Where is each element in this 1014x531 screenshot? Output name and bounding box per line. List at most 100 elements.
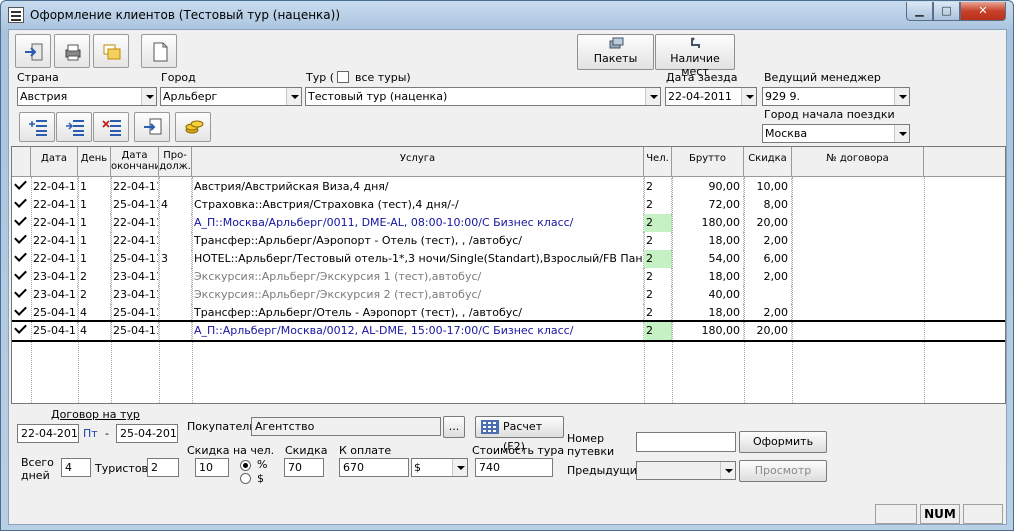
table-row[interactable]: 23-04-11 2 23-04-11 Экскурсия::Арльберг/Экс…: [12, 285, 1005, 304]
cell-date: 22-04-11: [31, 232, 78, 250]
tour-cost-field[interactable]: 740: [475, 458, 553, 477]
dollar-radio[interactable]: [240, 473, 251, 484]
checkmark-icon[interactable]: [14, 303, 27, 316]
buyer-field[interactable]: Агентство: [251, 417, 441, 436]
print-button[interactable]: [54, 34, 90, 68]
cell-end: 23-04-11: [111, 268, 159, 286]
maximize-button[interactable]: □: [933, 2, 960, 21]
delete-list-icon: [102, 120, 121, 136]
services-grid[interactable]: Дата День Дата окончания Про-долж. Услуг…: [11, 146, 1006, 404]
table-row[interactable]: 22-04-11 1 25-04-11 4 Страховка::Австрия/Стр…: [12, 195, 1005, 214]
checkmark-icon[interactable]: [14, 195, 27, 208]
tour-select[interactable]: Тестовый тур (наценка): [305, 87, 661, 106]
num-indicator: NUM: [920, 504, 960, 524]
table-row[interactable]: 22-04-11 1 22-04-11 Трансфер::Арльберг/Аэро…: [12, 231, 1005, 250]
date-from-field[interactable]: 22-04-2011: [17, 424, 79, 443]
days-label-2: дней: [21, 469, 50, 482]
chevron-down-icon[interactable]: [894, 125, 909, 142]
tourists-field[interactable]: 2: [147, 458, 179, 477]
chevron-down-icon[interactable]: [741, 88, 756, 105]
availability-button[interactable]: Наличие мест: [655, 34, 735, 78]
arrival-date-select[interactable]: 22-04-2011: [665, 87, 757, 106]
city-value: Арльберг: [163, 90, 218, 103]
checkmark-icon[interactable]: [14, 321, 27, 334]
table-row[interactable]: 25-04-11 4 25-04-11 А_П::Арльберг/Москва/00…: [12, 320, 1005, 342]
cell-service: Страховка::Австрия/Страховка (тест),4 дн…: [192, 196, 644, 214]
checkmark-icon[interactable]: [14, 177, 27, 190]
chevron-down-icon[interactable]: [452, 459, 467, 476]
import-button[interactable]: [134, 112, 170, 142]
checkmark-icon[interactable]: [14, 249, 27, 262]
table-row[interactable]: 22-04-11 1 22-04-11 А_П::Москва/Арльберг/00…: [12, 213, 1005, 232]
checkmark-icon[interactable]: [14, 267, 27, 280]
close-button[interactable]: ✕: [960, 2, 1006, 21]
chevron-down-icon[interactable]: [141, 88, 156, 105]
table-row[interactable]: 23-04-11 2 23-04-11 Экскурсия::Арльберг/Экс…: [12, 267, 1005, 286]
percent-radio[interactable]: [240, 460, 251, 471]
voucher-field[interactable]: [636, 432, 736, 452]
packets-button[interactable]: Пакеты: [577, 34, 654, 70]
table-row[interactable]: 22-04-11 1 25-04-11 3 HOTEL::Арльберг/Тестов…: [12, 249, 1005, 268]
buyer-label: Покупатель: [187, 420, 256, 433]
buyer-browse-button[interactable]: ...: [443, 416, 465, 438]
start-city-value: Москва: [765, 127, 808, 140]
insert-service-button[interactable]: [56, 112, 92, 142]
issue-button[interactable]: Оформить: [739, 431, 827, 453]
cell-service: А_П::Арльберг/Москва/0012, AL-DME, 15:00…: [192, 322, 644, 340]
cell-gross: 72,00: [672, 196, 744, 214]
discount-per-field[interactable]: 10: [195, 458, 229, 477]
discount-field[interactable]: 70: [284, 458, 324, 477]
prev-select[interactable]: [636, 461, 736, 480]
country-select[interactable]: Австрия: [17, 87, 157, 106]
header-contract[interactable]: № договора: [792, 147, 924, 177]
chevron-down-icon[interactable]: [645, 88, 660, 105]
cell-people: 2: [644, 196, 672, 214]
enter-button[interactable]: [15, 34, 51, 68]
cell-people: 2: [644, 268, 672, 286]
table-row[interactable]: 22-04-11 1 22-04-11 Австрия/Австрийская Виз…: [12, 177, 1005, 196]
cell-service: Экскурсия::Арльберг/Экскурсия 2 (тест),а…: [192, 286, 644, 304]
date-to-field[interactable]: 25-04-2011: [116, 424, 178, 443]
view-button[interactable]: Просмотр: [739, 460, 827, 482]
topay-field[interactable]: 670: [339, 458, 409, 477]
days-field[interactable]: 4: [61, 458, 91, 477]
chevron-down-icon[interactable]: [286, 88, 301, 105]
windows-button[interactable]: [93, 34, 129, 68]
currency-select[interactable]: $: [411, 458, 468, 477]
header-end-date[interactable]: Дата окончания: [111, 147, 159, 177]
cell-discount: 2,00: [744, 268, 792, 286]
checkmark-icon[interactable]: [14, 231, 27, 244]
minimize-button[interactable]: ▁: [906, 2, 933, 21]
chevron-down-icon[interactable]: [720, 462, 735, 479]
header-service[interactable]: Услуга: [192, 147, 644, 177]
header-people[interactable]: Чел.: [644, 147, 672, 177]
cell-discount: 20,00: [744, 322, 792, 340]
header-discount[interactable]: Скидка: [744, 147, 792, 177]
header-date[interactable]: Дата: [31, 147, 78, 177]
cell-end: 25-04-11: [111, 196, 159, 214]
cell-end: 25-04-11: [111, 322, 159, 340]
dollar-label: $: [257, 472, 264, 485]
packets-label: Пакеты: [593, 52, 638, 65]
new-document-button[interactable]: [141, 34, 177, 68]
calc-button[interactable]: Расчет (F2): [475, 416, 564, 453]
document-icon: [153, 42, 168, 62]
payment-button[interactable]: [175, 112, 211, 142]
header-duration[interactable]: Про-долж.: [159, 147, 192, 177]
delete-service-button[interactable]: [93, 112, 129, 142]
all-tours-checkbox[interactable]: [337, 71, 349, 83]
start-city-select[interactable]: Москва: [762, 124, 910, 143]
header-day[interactable]: День: [78, 147, 111, 177]
header-gross[interactable]: Брутто: [672, 147, 744, 177]
country-value: Австрия: [20, 90, 68, 103]
tour-cost-label: Стоимость тура: [472, 444, 565, 457]
manager-select[interactable]: 929 9.: [762, 87, 910, 106]
checkmark-icon[interactable]: [14, 213, 27, 226]
cell-service: А_П::Москва/Арльберг/0011, DME-AL, 08:00…: [192, 214, 644, 232]
status-panel-1: [875, 504, 917, 524]
chevron-down-icon[interactable]: [894, 88, 909, 105]
checkmark-icon[interactable]: [14, 285, 27, 298]
add-service-button[interactable]: [19, 112, 55, 142]
city-select[interactable]: Арльберг: [160, 87, 302, 106]
app-icon[interactable]: [8, 7, 24, 23]
